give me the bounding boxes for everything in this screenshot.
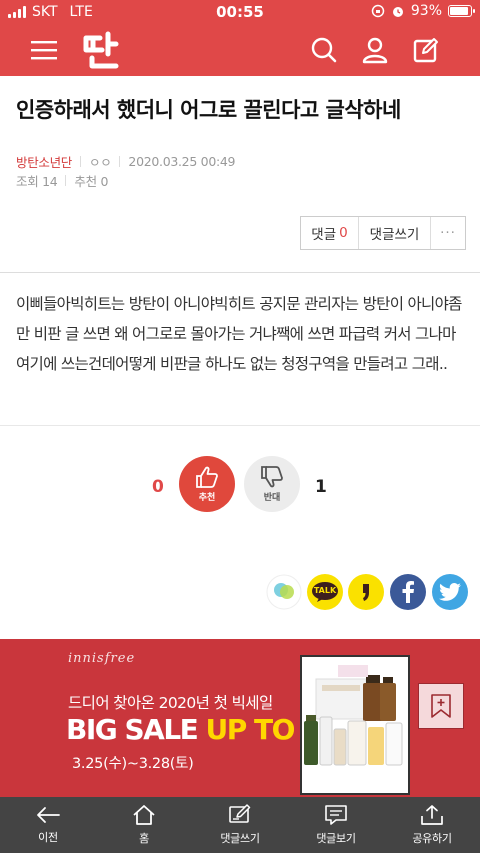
nav-view-comments-label: 댓글보기 [316, 832, 356, 845]
user-icon [362, 37, 388, 64]
pann-logo[interactable] [80, 28, 124, 72]
cosmetics-product-illustration [304, 665, 403, 766]
ad-banner[interactable]: innisfree 드디어 찾아온 2020년 첫 빅세일 BIG SALE U… [0, 639, 480, 797]
post-recommends: 추천 0 [74, 174, 109, 189]
bottom-navigation: 이전 홈 댓글쓰기 댓글보기 공유하기 [0, 797, 480, 853]
post-nickname: ㅇㅇ [89, 155, 112, 170]
view-comments-icon [325, 805, 347, 825]
write-comment-label: 댓글쓰기 [369, 227, 420, 243]
nav-home-label: 홈 [139, 832, 149, 845]
pann-logo-mark [83, 31, 119, 69]
meta-separator [80, 156, 82, 167]
oppose-label: 반대 [263, 493, 281, 503]
nav-write-comment[interactable]: 댓글쓰기 [192, 797, 288, 853]
nav-write-comment-label: 댓글쓰기 [220, 832, 260, 845]
thumbs-up-icon [196, 466, 218, 488]
home-icon [133, 805, 155, 825]
search-button[interactable] [306, 32, 342, 68]
twitter-icon [439, 583, 461, 601]
ad-dates: 3.25(수)~3.28(토) [72, 756, 194, 772]
nav-home[interactable]: 홈 [96, 797, 192, 853]
post-title: 인증하래서 했더니 어그로 끌린다고 글삭하네 [16, 98, 401, 122]
ad-headline: 드디어 찾아온 2020년 첫 빅세일 [68, 694, 273, 712]
meta-separator [119, 156, 121, 167]
status-right: 93% [371, 3, 475, 19]
content-divider [0, 425, 480, 426]
share-kakaostory-button[interactable] [348, 574, 384, 610]
hamburger-menu-icon [31, 41, 57, 60]
recommend-label: 추천 [198, 493, 216, 503]
nav-view-comments[interactable]: 댓글보기 [288, 797, 384, 853]
share-icon [421, 805, 443, 825]
more-options-button[interactable]: ··· [431, 217, 465, 249]
back-arrow-icon [37, 807, 60, 823]
comment-actions: 댓글 0 댓글쓰기 ··· [300, 216, 466, 250]
search-icon [311, 37, 337, 63]
post-meta-author: 방탄소년단 ㅇㅇ 2020.03.25 00:49 [16, 152, 236, 171]
menu-button[interactable] [26, 32, 62, 68]
comments-button[interactable]: 댓글 0 [301, 217, 359, 249]
write-comment-button[interactable]: 댓글쓰기 [359, 217, 431, 249]
post-meta-stats: 조회 14 추천 0 [16, 171, 108, 190]
comments-label: 댓글 [311, 227, 337, 243]
oppose-count: 1 [315, 477, 327, 497]
oppose-button[interactable]: 반대 [244, 456, 300, 512]
post-datetime: 2020.03.25 00:49 [128, 154, 236, 169]
kakaostory-icon [363, 584, 369, 601]
status-bar: SKT LTE 00:55 93% [0, 0, 480, 24]
battery-icon [448, 5, 475, 17]
edit-icon [413, 38, 438, 63]
bookmark-add-icon [431, 694, 451, 718]
post-channel[interactable]: 방탄소년단 [16, 152, 72, 171]
nav-back[interactable]: 이전 [0, 797, 96, 853]
share-facebook-button[interactable] [390, 574, 426, 610]
app-header [0, 24, 480, 76]
meta-separator [65, 175, 67, 186]
kakaotalk-label: TALK [313, 586, 337, 595]
share-twitter-button[interactable] [432, 574, 468, 610]
share-kakaotalk-button[interactable]: TALK [307, 574, 343, 610]
recommend-button[interactable]: 추천 [179, 456, 235, 512]
write-comment-icon [229, 804, 251, 823]
band-icon [266, 574, 302, 610]
battery-percent: 93% [410, 3, 442, 19]
recommend-count: 0 [152, 477, 164, 497]
ad-product-image [300, 655, 410, 795]
post-views: 조회 14 [16, 174, 58, 189]
facebook-icon [402, 581, 414, 603]
nav-share-label: 공유하기 [412, 832, 452, 845]
comments-count: 0 [339, 225, 348, 241]
my-account-button[interactable] [357, 32, 393, 68]
nav-back-label: 이전 [38, 831, 58, 844]
write-post-button[interactable] [408, 32, 444, 68]
content-divider [0, 272, 480, 273]
share-band-button[interactable] [266, 574, 302, 610]
more-icon: ··· [440, 225, 456, 241]
thumbs-down-icon [261, 466, 283, 488]
ad-sale-white: BIG SALE [66, 713, 206, 746]
nav-share[interactable]: 공유하기 [384, 797, 480, 853]
alarm-icon [392, 7, 403, 17]
ad-bookmark-button[interactable] [418, 683, 464, 729]
rotation-lock-icon [371, 4, 385, 18]
ad-brand: innisfree [68, 651, 136, 666]
post-body: 이삐들아빅히트는 방탄이 아니야빅히트 공지문 관리자는 방탄이 아니야좀만 비… [16, 295, 462, 373]
